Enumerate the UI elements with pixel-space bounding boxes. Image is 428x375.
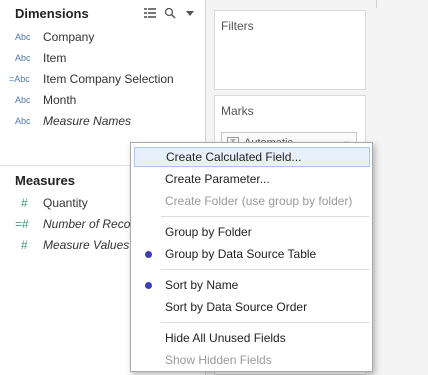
menu-separator [161,216,369,217]
menu-item-label: Create Folder (use group by folder) [165,194,353,208]
caret-down-icon[interactable] [183,6,197,20]
divider [376,0,377,8]
measure-field-measure-values[interactable]: # Measure Values [15,235,129,255]
menu-item-label: Create Parameter... [165,172,270,186]
menu-item-label: Sort by Name [165,278,239,292]
menu-item-sort-by-name[interactable]: Sort by Name [134,275,370,295]
context-menu: Create Calculated Field... Create Parame… [130,142,373,372]
dimension-field-company[interactable]: Abc Company [15,27,94,47]
menu-item-create-folder: Create Folder (use group by folder) [134,191,370,211]
menu-item-label: Show Hidden Fields [165,353,272,367]
measures-title: Measures [15,173,75,188]
string-type-icon: Abc [15,32,31,42]
menu-item-create-parameter[interactable]: Create Parameter... [134,169,370,189]
menu-item-group-by-folder[interactable]: Group by Folder [134,222,370,242]
menu-item-label: Hide All Unused Fields [165,331,286,345]
radio-selected-icon [145,282,152,289]
dimension-field-measure-names[interactable]: Abc Measure Names [15,111,131,131]
marks-title: Marks [221,104,254,118]
list-view-icon[interactable] [143,6,157,20]
filters-title: Filters [221,19,254,33]
calculated-number-type-icon: =# [15,217,29,231]
radio-selected-icon [145,251,152,258]
measure-field-number-of-records[interactable]: =# Number of Reco [15,214,130,234]
menu-separator [161,269,369,270]
menu-item-sort-by-data-source-order[interactable]: Sort by Data Source Order [134,297,370,317]
menu-item-group-by-data-source-table[interactable]: Group by Data Source Table [134,244,370,264]
data-pane-header-icons [143,6,197,20]
measure-field-quantity[interactable]: # Quantity [15,193,88,213]
filters-shelf[interactable]: Filters [214,10,366,90]
menu-item-show-hidden-fields: Show Hidden Fields [134,350,370,370]
field-name: Measure Values [43,238,130,252]
menu-item-label: Sort by Data Source Order [165,300,308,314]
field-name: Quantity [43,196,88,210]
search-icon[interactable] [163,6,177,20]
field-name: Item [43,51,67,65]
menu-item-label: Group by Folder [165,225,252,239]
field-name: Measure Names [43,114,132,128]
dimension-field-item[interactable]: Abc Item [15,48,66,68]
string-type-icon: Abc [15,116,31,126]
dimensions-title: Dimensions [15,6,89,21]
dimension-field-month[interactable]: Abc Month [15,90,76,110]
calculated-string-type-icon: =Abc [9,74,30,84]
menu-separator [161,322,369,323]
menu-item-hide-all-unused-fields[interactable]: Hide All Unused Fields [134,328,370,348]
string-type-icon: Abc [15,53,31,63]
string-type-icon: Abc [15,95,31,105]
view-area-edge [370,0,428,375]
field-name: Month [43,93,77,107]
field-name: Number of Reco [43,217,131,231]
number-type-icon: # [21,238,28,252]
number-type-icon: # [21,196,28,210]
field-name: Item Company Selection [43,72,174,86]
menu-item-label: Group by Data Source Table [165,247,317,261]
field-name: Company [43,30,95,44]
menu-item-create-calculated-field[interactable]: Create Calculated Field... [134,147,370,167]
menu-item-label: Create Calculated Field... [166,150,302,164]
dimension-field-item-company-selection[interactable]: =Abc Item Company Selection [9,69,174,89]
